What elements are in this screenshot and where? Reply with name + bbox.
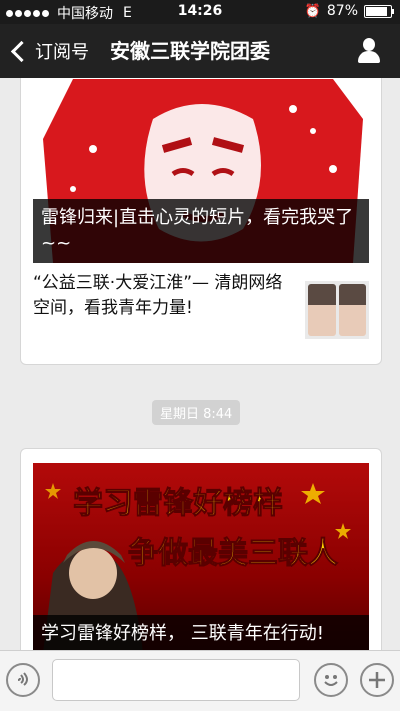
battery-icon [364, 4, 394, 18]
battery-percent: 87% [326, 3, 358, 19]
user-icon [363, 38, 375, 51]
status-bar: 中国移动 E 14:26 ⏰ 87% [0, 0, 400, 24]
chevron-left-icon [10, 40, 33, 62]
message-input[interactable] [52, 659, 300, 701]
article-thumbnail [305, 281, 369, 339]
article-card[interactable]: 学习雷锋好榜样 争做最美三联人 学习雷锋好榜样， 三联青年在行动! [20, 448, 382, 650]
page-title: 安徽三联学院团委 [110, 39, 270, 63]
more-options-button[interactable] [360, 663, 394, 697]
emoji-button[interactable] [314, 663, 348, 697]
cover-image[interactable]: 雷锋归来|直击心灵的短片，看完我哭了~~ [33, 79, 369, 263]
profile-button[interactable] [356, 38, 382, 64]
plus-icon [369, 672, 385, 688]
message-timestamp: 星期日 8:44 [152, 400, 241, 425]
voice-input-button[interactable] [6, 663, 40, 697]
alarm-icon: ⏰ [304, 3, 321, 19]
smiley-icon [324, 675, 338, 686]
back-button[interactable]: 订阅号 [10, 24, 89, 78]
banner-headline-1: 学习雷锋好榜样 [73, 486, 283, 521]
nav-bar: 订阅号 安徽三联学院团委 [0, 24, 400, 78]
message-feed[interactable]: 雷锋归来|直击心灵的短片，看完我哭了~~ “公益三联·大爱江淮”— 清朗网络空间… [0, 78, 400, 650]
article-list-item[interactable]: “公益三联·大爱江淮”— 清朗网络空间，看我青年力量! [33, 271, 369, 355]
banner-headline-2: 争做最美三联人 [128, 536, 338, 571]
cover-image[interactable]: 学习雷锋好榜样 争做最美三联人 学习雷锋好榜样， 三联青年在行动! [33, 463, 369, 650]
article-title: “公益三联·大爱江淮”— 清朗网络空间，看我青年力量! [33, 273, 283, 318]
cover-caption: 学习雷锋好榜样， 三联青年在行动! [33, 615, 369, 650]
chat-input-bar [0, 650, 400, 711]
article-card[interactable]: 雷锋归来|直击心灵的短片，看完我哭了~~ “公益三联·大爱江淮”— 清朗网络空间… [20, 78, 382, 365]
cover-caption: 雷锋归来|直击心灵的短片，看完我哭了~~ [33, 199, 369, 263]
voice-icon [17, 672, 28, 686]
back-label: 订阅号 [35, 42, 89, 63]
